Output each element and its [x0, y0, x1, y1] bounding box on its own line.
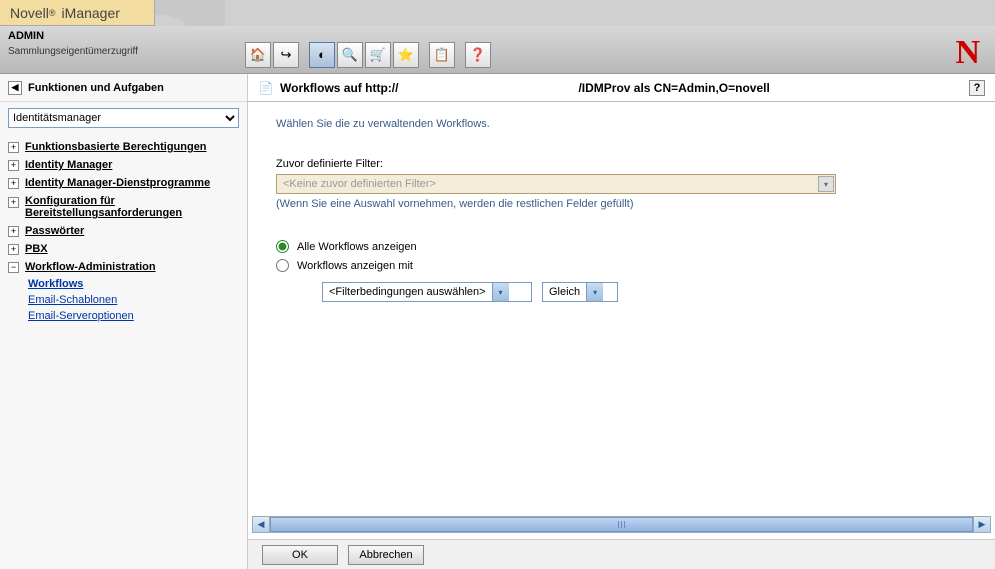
sidebar-nav-icon[interactable]: ◀ — [8, 81, 22, 95]
nav-sub-link[interactable]: Email-Serveroptionen — [28, 310, 134, 322]
favorites-button[interactable]: ⭐ — [393, 42, 419, 68]
minus-icon[interactable]: − — [8, 262, 19, 273]
chevron-down-icon: ▾ — [818, 176, 834, 192]
help-button[interactable]: ? — [969, 80, 985, 96]
scroll-right-arrow[interactable]: ▶ — [973, 517, 990, 532]
nav-item-workflow-admin[interactable]: − Workflow-Administration — [0, 258, 247, 276]
home-button[interactable]: 🏠 — [245, 42, 271, 68]
filter-label: Zuvor definierte Filter: — [276, 158, 967, 170]
nav-item-pbx[interactable]: + PBX — [0, 240, 247, 258]
help-icon: ❓ — [470, 47, 486, 63]
novell-n-logo: N — [955, 34, 980, 72]
exit-button[interactable]: ↪ — [273, 42, 299, 68]
instruction-text: Wählen Sie die zu verwaltenden Workflows… — [276, 118, 967, 130]
scroll-thumb[interactable] — [270, 517, 973, 532]
radio-with-input[interactable] — [276, 259, 289, 272]
content-title-prefix: Workflows auf http:// — [280, 81, 398, 95]
nav-label: Passwörter — [25, 225, 84, 237]
admin-label: ADMIN — [8, 30, 227, 42]
nav-sub-link[interactable]: Workflows — [28, 278, 83, 290]
plus-icon[interactable]: + — [8, 178, 19, 189]
footer-buttons: OK Abbrechen — [248, 539, 995, 569]
nav-sub-workflows[interactable]: Workflows — [0, 276, 247, 292]
chevron-down-icon: ▾ — [586, 283, 603, 301]
nav-label: Funktionsbasierte Berechtigungen — [25, 141, 207, 153]
nav-item-funktionsbasierte[interactable]: + Funktionsbasierte Berechtigungen — [0, 138, 247, 156]
nav-label: Konfiguration für Bereitstellungsanforde… — [25, 195, 225, 219]
condition-select[interactable]: <Filterbedingungen auswählen> ▾ — [322, 282, 532, 302]
filter-hint: (Wenn Sie eine Auswahl vornehmen, werden… — [276, 198, 967, 210]
view-objects-button[interactable]: 🔍 — [337, 42, 363, 68]
radio-all-input[interactable] — [276, 240, 289, 253]
filter-placeholder: <Keine zuvor definierten Filter> — [283, 178, 436, 190]
nav-label: Identity Manager — [25, 159, 112, 171]
radio-all-label: Alle Workflows anzeigen — [297, 241, 417, 253]
nav-item-konfiguration[interactable]: + Konfiguration für Bereitstellungsanfor… — [0, 192, 247, 222]
exit-icon: ↪ — [281, 47, 292, 63]
condition-select-value: <Filterbedingungen auswählen> — [329, 286, 486, 298]
toolbar: 🏠 ↪ ◐ 🔍 🛒 ⭐ 📋 ❓ — [235, 26, 491, 73]
basket-icon: 🛒 — [370, 47, 386, 63]
sub-header: ADMIN Sammlungseigentümerzugriff 🏠 ↪ ◐ 🔍… — [0, 26, 995, 74]
radio-with-label: Workflows anzeigen mit — [297, 260, 413, 272]
nav-label: PBX — [25, 243, 48, 255]
help-toolbar-button[interactable]: ❓ — [465, 42, 491, 68]
radio-all-workflows[interactable]: Alle Workflows anzeigen — [276, 240, 967, 253]
brand-tab: Novell® iManager — [0, 0, 155, 26]
scroll-track[interactable] — [270, 517, 973, 532]
star-icon: ⭐ — [398, 47, 414, 63]
nav-item-idm-dienstprogramme[interactable]: + Identity Manager-Dienstprogramme — [0, 174, 247, 192]
sidebar-title: Funktionen und Aufgaben — [28, 82, 164, 94]
plus-icon[interactable]: + — [8, 244, 19, 255]
configure-button[interactable]: 🛒 — [365, 42, 391, 68]
plus-icon[interactable]: + — [8, 142, 19, 153]
preferences-button[interactable]: 📋 — [429, 42, 455, 68]
brand-company: Novell — [10, 5, 49, 21]
nav-item-identity-manager[interactable]: + Identity Manager — [0, 156, 247, 174]
nav-sub-email-serveroptionen[interactable]: Email-Serveroptionen — [0, 308, 247, 324]
previous-filter-select[interactable]: <Keine zuvor definierten Filter> ▾ — [276, 174, 836, 194]
cancel-button[interactable]: Abbrechen — [348, 545, 424, 565]
roles-button[interactable]: ◐ — [309, 42, 335, 68]
home-icon: 🏠 — [250, 47, 266, 63]
nav-sub-email-schablonen[interactable]: Email-Schablonen — [0, 292, 247, 308]
workflow-icon: 📄 — [258, 80, 274, 96]
content-title-suffix: /IDMProv als CN=Admin,O=novell — [578, 81, 769, 95]
content: 📄 Workflows auf http:// /IDMProv als CN=… — [248, 74, 995, 569]
plus-icon[interactable]: + — [8, 160, 19, 171]
brand-product: iManager — [62, 5, 120, 21]
radio-workflows-with[interactable]: Workflows anzeigen mit — [276, 259, 967, 272]
operator-select-value: Gleich — [549, 286, 580, 298]
plus-icon[interactable]: + — [8, 226, 19, 237]
content-header: 📄 Workflows auf http:// /IDMProv als CN=… — [248, 74, 995, 102]
ok-button[interactable]: OK — [262, 545, 338, 565]
operator-select[interactable]: Gleich ▾ — [542, 282, 618, 302]
sidebar: ◀ Funktionen und Aufgaben Identitätsmana… — [0, 74, 248, 569]
nav-sub-link[interactable]: Email-Schablonen — [28, 294, 117, 306]
nav-label: Workflow-Administration — [25, 261, 156, 273]
list-icon: 📋 — [434, 47, 450, 63]
app-header: Novell® iManager — [0, 0, 995, 26]
chevron-down-icon: ▾ — [492, 283, 509, 301]
plus-icon[interactable]: + — [8, 197, 19, 208]
horizontal-scrollbar[interactable]: ◀ ▶ — [252, 516, 991, 533]
search-icon: 🔍 — [342, 47, 358, 63]
help-icon: ? — [974, 82, 981, 94]
roles-icon: ◐ — [318, 47, 326, 62]
sidebar-header: ◀ Funktionen und Aufgaben — [0, 74, 247, 102]
access-label: Sammlungseigentümerzugriff — [8, 46, 227, 57]
nav-label: Identity Manager-Dienstprogramme — [25, 177, 210, 189]
content-body: Wählen Sie die zu verwaltenden Workflows… — [248, 102, 995, 516]
role-select[interactable]: Identitätsmanager — [8, 108, 239, 128]
scroll-left-arrow[interactable]: ◀ — [253, 517, 270, 532]
nav-item-passwoerter[interactable]: + Passwörter — [0, 222, 247, 240]
